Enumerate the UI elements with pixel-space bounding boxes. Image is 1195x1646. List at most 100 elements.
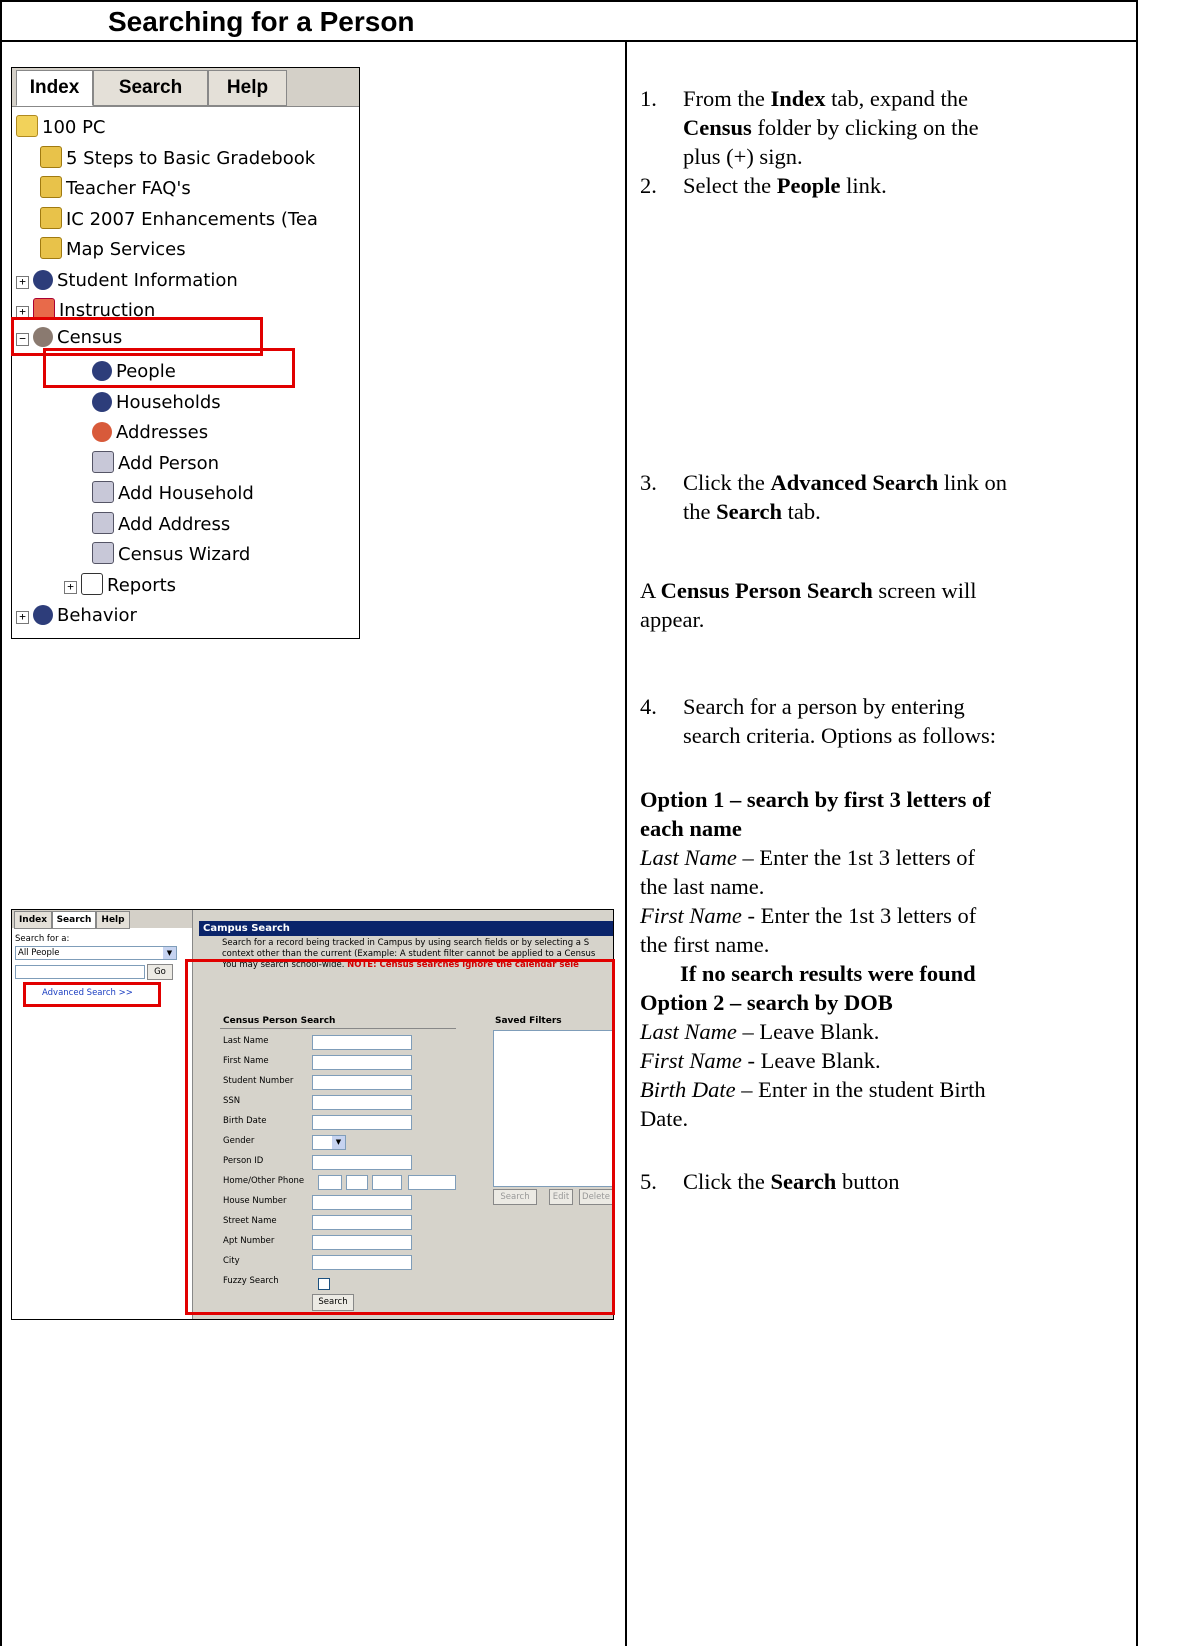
chevron-down-icon[interactable]: ▼ xyxy=(163,947,176,959)
notebook-icon xyxy=(16,115,38,137)
option-1-title: Option 1 – search by first 3 letters of xyxy=(640,787,991,812)
field-name: Birth Date xyxy=(640,1077,736,1102)
page-stack-icon xyxy=(92,542,114,564)
tree-item-label: IC 2007 Enhancements (Tea xyxy=(66,209,318,230)
search-for-value: All People xyxy=(18,948,60,958)
text-bold: Census xyxy=(683,115,752,140)
tree-item-add-household[interactable]: Add Household xyxy=(92,480,254,508)
text-bold: If no search results were found xyxy=(680,961,976,986)
text-bold: People xyxy=(776,173,841,198)
page-stack-icon xyxy=(92,512,114,534)
tree-item-label: Add Address xyxy=(118,514,231,535)
tree-item-100-pc[interactable]: 100 PC xyxy=(16,114,106,142)
text: tab, expand the xyxy=(825,86,968,111)
text: A xyxy=(640,578,661,603)
text: button xyxy=(836,1169,900,1194)
step-text: Click the Search button xyxy=(683,1167,1138,1196)
page-stack-icon xyxy=(92,451,114,473)
tree-item-label: Households xyxy=(116,392,221,413)
people-highlight-box xyxy=(43,348,295,388)
tree-item-add-person[interactable]: Add Person xyxy=(92,450,219,478)
expand-icon[interactable]: + xyxy=(64,581,77,594)
search-sidebar: Index Search Help Search for a: All Peop… xyxy=(12,910,193,1319)
text: link. xyxy=(840,173,887,198)
search-for-select[interactable]: All People ▼ xyxy=(15,946,177,960)
text: folder by clicking on the xyxy=(751,115,979,140)
tree-item-add-address[interactable]: Add Address xyxy=(92,511,230,539)
tree-item-teacher-faq[interactable]: Teacher FAQ's xyxy=(40,175,191,203)
folder-icon xyxy=(40,237,62,259)
expand-icon[interactable]: + xyxy=(16,611,29,624)
quick-search-input[interactable] xyxy=(15,965,145,979)
tree-item-label: Add Person xyxy=(118,453,220,474)
house-icon xyxy=(92,422,112,442)
tree-item-5-steps[interactable]: 5 Steps to Basic Gradebook xyxy=(40,145,315,173)
behavior-icon xyxy=(33,605,53,625)
tree-item-instruction[interactable]: + Instruction xyxy=(16,297,155,319)
census-person-search-paragraph: A Census Person Search screen will appea… xyxy=(640,576,1135,634)
document-icon xyxy=(81,573,103,595)
column-divider xyxy=(625,40,627,1646)
tree-item-label: Reports xyxy=(107,575,177,596)
tab-index[interactable]: Index xyxy=(16,70,93,106)
tree-item-student-information[interactable]: + Student Information xyxy=(16,267,238,295)
text: Search for a person by entering xyxy=(683,694,965,719)
tree-item-label: Behavior xyxy=(57,605,137,626)
step-text: Search for a person by entering search c… xyxy=(683,692,1138,750)
text-bold: Search xyxy=(770,1169,837,1194)
text-bold: Index xyxy=(770,86,826,111)
tab-index[interactable]: Index xyxy=(14,911,52,929)
text-bold: Search xyxy=(716,499,782,524)
step-number: 3. xyxy=(640,470,657,495)
tab-search[interactable]: Search xyxy=(52,911,96,929)
step-number: 5. xyxy=(640,1169,657,1194)
tree-item-reports[interactable]: + Reports xyxy=(64,572,176,600)
header-divider xyxy=(0,40,1138,42)
text: - Enter the 1st 3 letters of xyxy=(741,903,977,928)
expand-icon[interactable]: + xyxy=(16,276,29,289)
tree-item-addresses[interactable]: Addresses xyxy=(92,419,208,447)
option-2-block: Option 2 – search by DOB Last Name – Lea… xyxy=(640,988,1135,1133)
text: link on xyxy=(938,470,1007,495)
step-text: Click the Advanced Search link on the Se… xyxy=(683,468,1138,526)
text: plus (+) sign. xyxy=(683,144,803,169)
text: – Leave Blank. xyxy=(736,1019,880,1044)
text: the last name. xyxy=(640,874,765,899)
advanced-search-highlight-box xyxy=(23,982,161,1007)
option-2-title: Option 2 – search by DOB xyxy=(640,990,893,1015)
tree-item-behavior[interactable]: + Behavior xyxy=(16,602,137,630)
step-text: From the Index tab, expand the Census fo… xyxy=(683,84,1138,171)
text: Select the xyxy=(683,173,777,198)
tree-item-map-services[interactable]: Map Services xyxy=(40,236,186,264)
go-button[interactable]: Go xyxy=(147,964,173,980)
tree-item-label: Census Wizard xyxy=(118,544,251,565)
text: From the xyxy=(683,86,771,111)
tree-item-label: Add Household xyxy=(118,483,254,504)
page-stack-icon xyxy=(92,481,114,503)
tree-item-census-wizard[interactable]: Census Wizard xyxy=(92,541,250,569)
tree-item-ic-2007[interactable]: IC 2007 Enhancements (Tea xyxy=(40,206,318,234)
tree-tab-bar: Index Search Help xyxy=(12,68,359,107)
text: Click the xyxy=(683,1169,771,1194)
step-text: Select the People link. xyxy=(683,171,1138,200)
text: tab. xyxy=(781,499,821,524)
description-line: Search for a record being tracked in Cam… xyxy=(222,938,590,948)
tree-item-label: Student Information xyxy=(57,270,238,291)
instruction-icon xyxy=(33,298,55,319)
tab-search[interactable]: Search xyxy=(93,70,208,106)
search-tab-bar: Index Search Help xyxy=(12,910,192,929)
tab-help[interactable]: Help xyxy=(208,70,287,106)
text: the first name. xyxy=(640,932,770,957)
text: - Leave Blank. xyxy=(741,1048,881,1073)
text: screen will xyxy=(872,578,977,603)
text-bold: Census Person Search xyxy=(660,578,873,603)
text-bold: Advanced Search xyxy=(770,470,939,495)
text: – Enter in the student Birth xyxy=(735,1077,986,1102)
step-number: 1. xyxy=(640,86,657,111)
tab-help[interactable]: Help xyxy=(96,911,130,929)
text: appear. xyxy=(640,607,705,632)
text: Click the xyxy=(683,470,771,495)
folder-icon xyxy=(40,176,62,198)
tree-item-households[interactable]: Households xyxy=(92,389,221,417)
tree-item-label: Addresses xyxy=(116,422,209,443)
